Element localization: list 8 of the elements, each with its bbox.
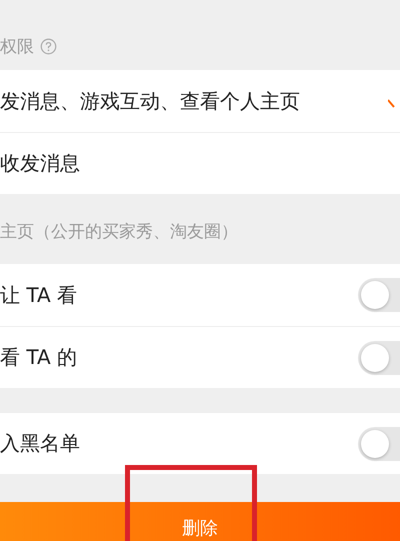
permission-option[interactable]: 收发消息 bbox=[0, 132, 400, 194]
toggle-label: 看 TA 的 bbox=[0, 344, 78, 371]
section-title: 权限 bbox=[0, 36, 34, 58]
help-icon[interactable] bbox=[40, 38, 57, 54]
toggle-label: 让 TA 看 bbox=[0, 282, 78, 308]
permission-option[interactable]: 发消息、游戏互动、查看个人主页 bbox=[0, 70, 400, 132]
toggle-label: 入黑名单 bbox=[0, 430, 80, 457]
section-title: 主页（公开的买家秀、淘友圈） bbox=[0, 220, 238, 242]
